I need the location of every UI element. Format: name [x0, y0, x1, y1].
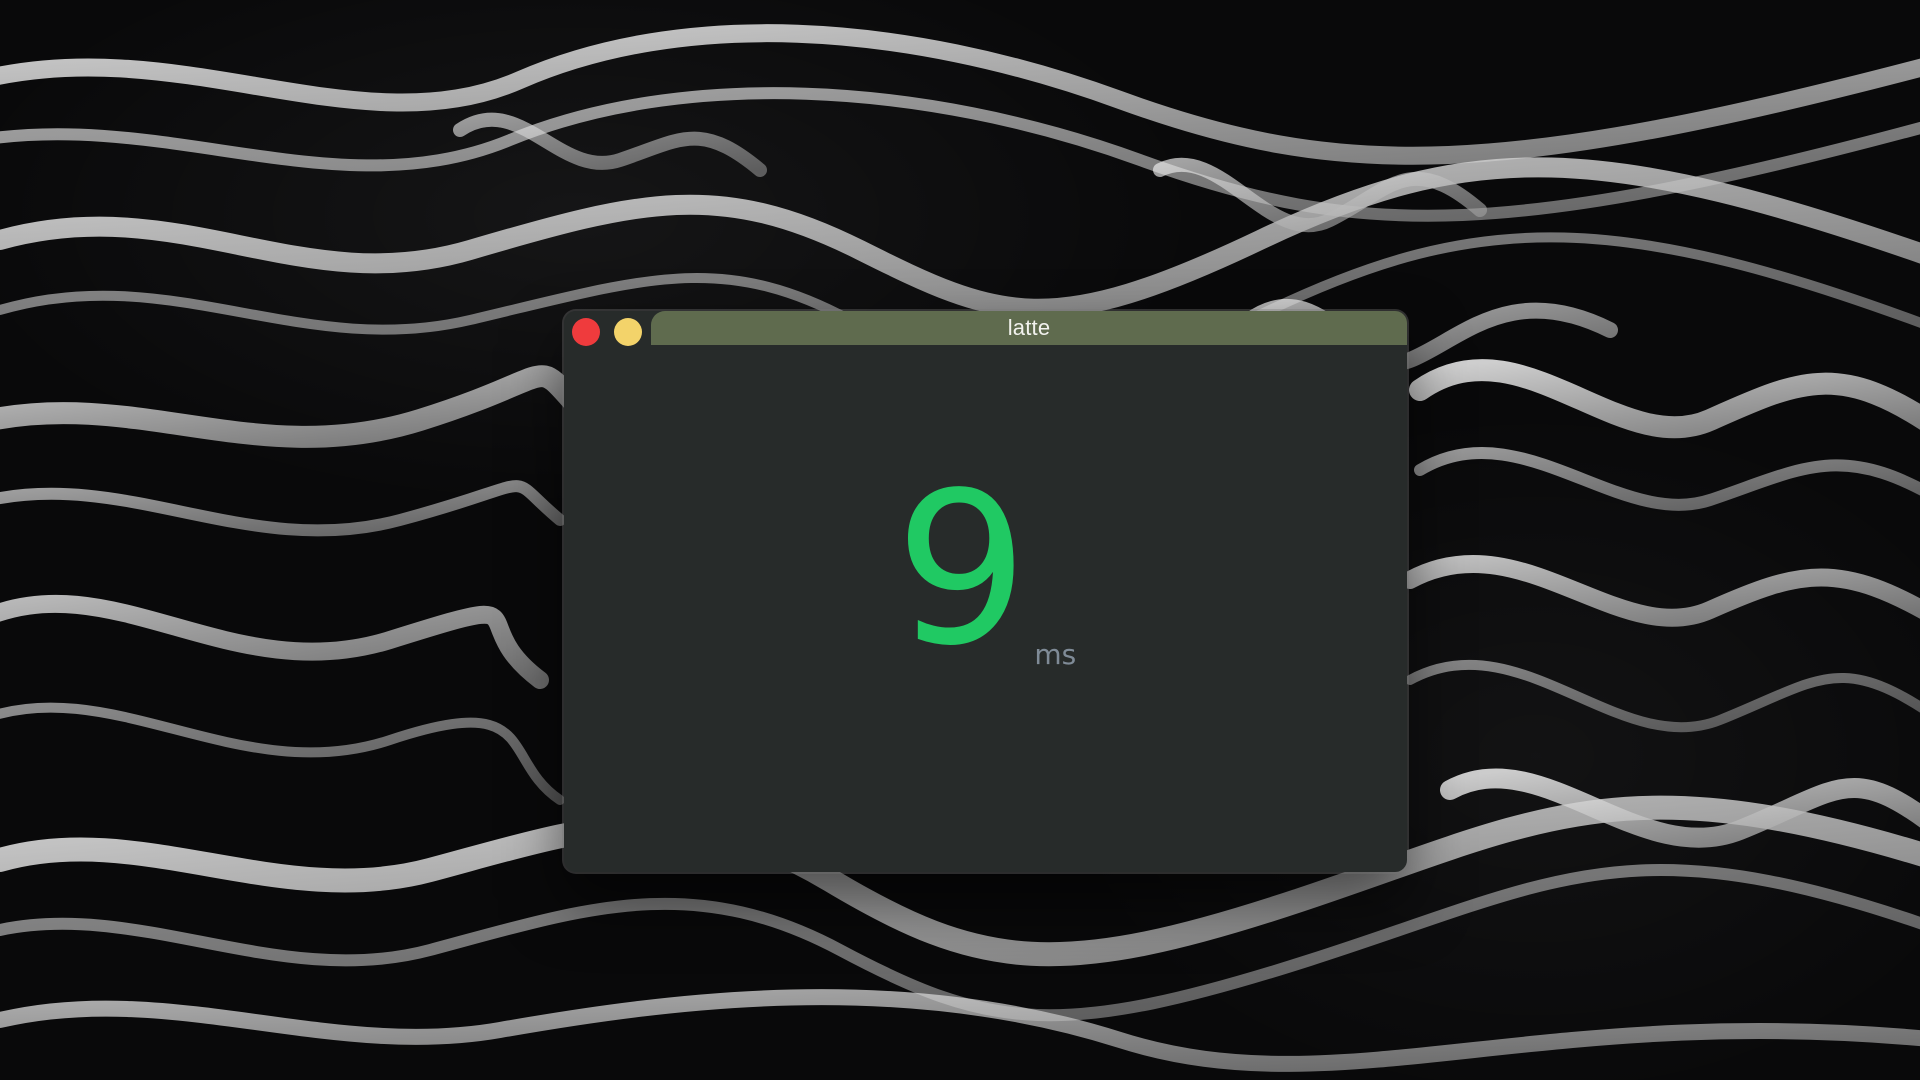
desktop-background: latte 9 ms	[0, 0, 1920, 1080]
latency-value: 9	[894, 447, 1029, 692]
minimize-icon[interactable]	[614, 318, 642, 346]
window-titlebar: latte	[564, 311, 1407, 347]
window-title: latte	[1007, 315, 1051, 340]
latency-unit: ms	[1034, 638, 1077, 671]
window-content: 9 ms	[564, 347, 1407, 872]
latency-readout: 9 ms	[564, 465, 1407, 675]
latte-window: latte 9 ms	[564, 311, 1407, 872]
window-title-bar[interactable]: latte	[651, 311, 1407, 345]
close-icon[interactable]	[572, 318, 600, 346]
